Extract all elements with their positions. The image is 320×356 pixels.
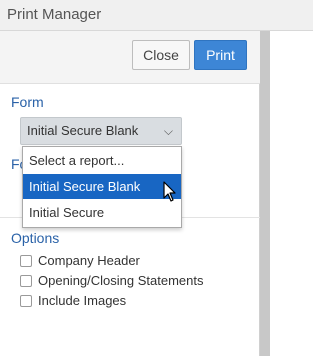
chevron-down-icon: ⌵: [163, 124, 173, 138]
dropdown-option[interactable]: Initial Secure: [23, 200, 181, 225]
window-title: Print Manager: [7, 6, 102, 23]
title-bar: Print Manager: [0, 0, 313, 31]
statements-checkbox[interactable]: [20, 275, 32, 287]
include-images-label: Include Images: [38, 293, 127, 308]
dropdown-option-selected[interactable]: Initial Secure Blank: [23, 174, 181, 199]
close-button[interactable]: Close: [132, 40, 190, 70]
company-header-checkbox[interactable]: [20, 255, 32, 267]
splitter[interactable]: [260, 31, 270, 356]
form-label: Form: [11, 94, 44, 110]
company-header-label: Company Header: [38, 253, 140, 268]
preview-pane: [270, 31, 313, 356]
report-dropdown-list: Select a report... Initial Secure Blank …: [22, 146, 182, 228]
statements-label: Opening/Closing Statements: [38, 273, 204, 288]
report-select-value: Initial Secure Blank: [27, 123, 139, 138]
print-button[interactable]: Print: [194, 40, 247, 70]
dropdown-option[interactable]: Select a report...: [23, 148, 181, 173]
include-images-checkbox[interactable]: [20, 295, 32, 307]
options-label: Options: [11, 230, 60, 246]
mouse-cursor-icon: [163, 181, 177, 208]
report-select[interactable]: Initial Secure Blank ⌵: [20, 117, 182, 145]
